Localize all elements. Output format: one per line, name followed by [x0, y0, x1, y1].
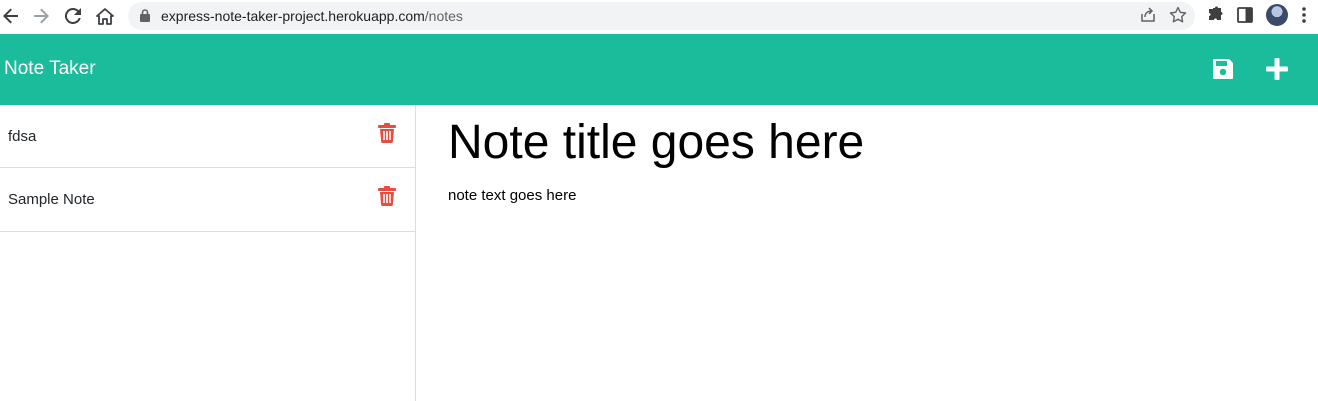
- list-item[interactable]: Sample Note: [0, 168, 415, 232]
- back-arrow-icon: [3, 8, 18, 24]
- url-path: /notes: [424, 8, 463, 24]
- reload-button[interactable]: [58, 1, 88, 31]
- note-text-area[interactable]: note text goes here: [448, 187, 576, 204]
- note-label[interactable]: Sample Note: [8, 191, 95, 208]
- home-icon: [96, 7, 114, 25]
- more-menu-icon[interactable]: [1300, 6, 1308, 24]
- side-panel-icon[interactable]: [1236, 6, 1254, 24]
- url-text: express-note-taker-project.herokuapp.com…: [161, 8, 463, 24]
- back-button[interactable]: [0, 1, 26, 31]
- url-host: express-note-taker-project.herokuapp.com: [161, 8, 425, 24]
- notes-list: fdsa Sample Note: [0, 105, 416, 401]
- bookmark-star-icon[interactable]: [1169, 6, 1187, 24]
- plus-icon: [1266, 58, 1288, 80]
- save-note-button[interactable]: [1210, 56, 1236, 82]
- note-label[interactable]: fdsa: [8, 128, 36, 145]
- list-item[interactable]: fdsa: [0, 105, 415, 168]
- home-button[interactable]: [90, 1, 120, 31]
- save-icon: [1213, 59, 1233, 79]
- forward-button[interactable]: [26, 1, 56, 31]
- brand-title[interactable]: Note Taker: [4, 58, 96, 80]
- trash-icon[interactable]: [378, 186, 396, 206]
- address-bar[interactable]: express-note-taker-project.herokuapp.com…: [128, 2, 1195, 30]
- note-editor: Note title goes here note text goes here: [416, 105, 1318, 401]
- share-icon[interactable]: [1139, 6, 1157, 24]
- app-navbar: Note Taker: [0, 34, 1318, 105]
- extensions-puzzle-icon[interactable]: [1206, 6, 1224, 24]
- lock-icon: [140, 9, 150, 22]
- forward-arrow-icon: [34, 8, 49, 24]
- profile-avatar[interactable]: [1266, 4, 1288, 26]
- browser-toolbar: express-note-taker-project.herokuapp.com…: [0, 0, 1318, 34]
- reload-icon: [65, 8, 81, 24]
- note-title-input[interactable]: Note title goes here: [448, 115, 1248, 175]
- trash-icon[interactable]: [378, 123, 396, 143]
- new-note-button[interactable]: [1264, 56, 1290, 82]
